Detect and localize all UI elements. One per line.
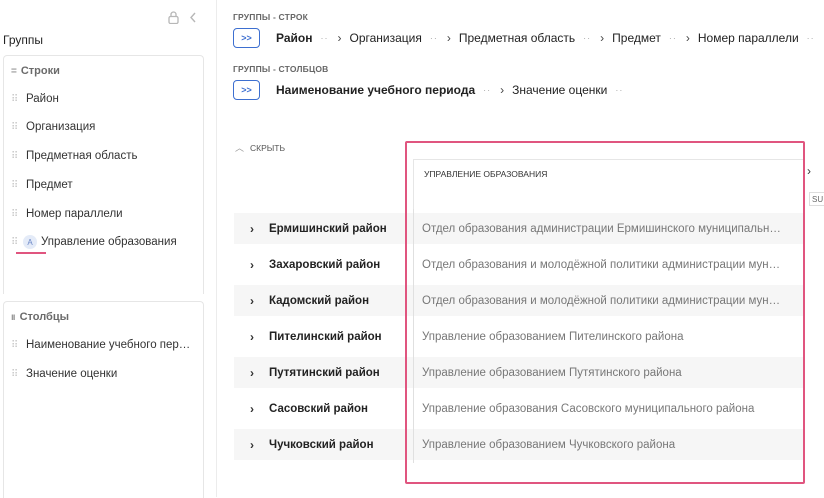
field-label: Номер параллели	[26, 208, 123, 220]
field-label: Предметная область	[26, 150, 138, 162]
lock-icon[interactable]	[168, 11, 179, 29]
grip-icon[interactable]: ⠿	[11, 94, 19, 105]
row-groups-label: ГРУППЫ - СТРОК	[233, 12, 309, 22]
chevron-right-icon: ›	[685, 31, 690, 45]
column-group-chip[interactable]: Значение оценки	[512, 83, 607, 97]
row-name: Кадомский район	[269, 294, 370, 307]
panel-divider	[216, 0, 217, 497]
grip-icon[interactable]: ··	[583, 33, 591, 43]
row-name: Чучковский район	[269, 438, 374, 451]
sort-badge: A	[23, 235, 37, 249]
chevron-right-icon: ›	[446, 31, 451, 45]
panel-title: Группы	[3, 33, 43, 47]
columns-dropzone[interactable]: ıı Столбцы ⠿ Наименование учебного пер… …	[3, 301, 204, 498]
field-item[interactable]: ⠿ Организация	[11, 121, 95, 133]
column-groups-label: ГРУППЫ - СТОЛБЦОВ	[233, 64, 329, 74]
chevron-up-icon: ︿	[235, 143, 245, 153]
grip-icon[interactable]: ⠿	[11, 122, 19, 133]
column-groups-breadcrumb: Наименование учебного периода ·· › Значен…	[276, 83, 632, 97]
row-name: Захаровский район	[269, 258, 381, 271]
chevron-right-icon[interactable]: ›	[250, 258, 264, 272]
row-group-chip[interactable]: Номер параллели	[698, 31, 799, 45]
columns-icon: ıı	[11, 311, 15, 323]
column-group-chip[interactable]: Наименование учебного периода	[276, 83, 475, 97]
grip-icon[interactable]: ··	[615, 85, 623, 95]
collapse-left-icon[interactable]	[189, 11, 197, 29]
row-name: Ермишинский район	[269, 222, 387, 235]
rows-section-header: = Строки	[11, 65, 60, 77]
rows-icon: =	[11, 65, 17, 77]
row-group-chip[interactable]: Организация	[349, 31, 421, 45]
grip-icon[interactable]: ⠿	[11, 340, 19, 351]
field-label: Управление образования	[41, 236, 177, 248]
field-label: Район	[26, 93, 59, 105]
hide-button[interactable]: ︿ СКРЫТЬ	[235, 141, 285, 154]
field-label: Организация	[26, 121, 96, 133]
grip-icon[interactable]: ⠿	[11, 180, 19, 191]
row-group-chip[interactable]: Предметная область	[459, 31, 575, 45]
chevron-right-icon[interactable]: ›	[250, 222, 264, 236]
grip-icon[interactable]: ⠿	[11, 237, 19, 248]
field-item[interactable]: ⠿ Район	[11, 93, 59, 105]
expand-row-groups-button[interactable]: >>	[233, 28, 260, 48]
field-item[interactable]: ⠿ Значение оценки	[11, 368, 117, 380]
grip-icon[interactable]: ··	[320, 33, 328, 43]
rows-section-label: Строки	[20, 65, 60, 77]
chevron-right-icon[interactable]: ›	[250, 438, 264, 452]
field-item[interactable]: ⠿ Предмет	[11, 179, 73, 191]
selection-underline	[16, 252, 46, 254]
grip-icon[interactable]: ··	[669, 33, 677, 43]
chevron-right-icon[interactable]: ›	[250, 402, 264, 416]
columns-section-header: ıı Столбцы	[11, 311, 69, 323]
field-label: Предмет	[26, 179, 73, 191]
row-name: Сасовский район	[269, 402, 368, 415]
field-label: Наименование учебного пер…	[26, 339, 191, 351]
hide-label: СКРЫТЬ	[250, 142, 286, 153]
chevron-right-icon: ›	[600, 31, 605, 45]
chevron-right-icon[interactable]: ›	[250, 294, 264, 308]
field-item[interactable]: ⠿ Наименование учебного пер…	[11, 339, 190, 351]
grip-icon[interactable]: ⠿	[11, 151, 19, 162]
row-name: Путятинский район	[269, 366, 380, 379]
expand-column-groups-button[interactable]: >>	[233, 80, 260, 100]
highlight-frame	[405, 141, 805, 484]
grip-icon[interactable]: ··	[807, 33, 815, 43]
row-groups-breadcrumb: Район ·· › Организация ·· › Предметная обл…	[276, 31, 824, 45]
row-name: Пителинский район	[269, 330, 382, 343]
grip-icon[interactable]: ⠿	[11, 369, 19, 380]
columns-section-label: Столбцы	[19, 311, 69, 323]
field-label: Значение оценки	[26, 368, 118, 380]
grip-icon[interactable]: ··	[483, 85, 491, 95]
row-group-chip[interactable]: Район	[276, 31, 312, 45]
left-panel-toolbar	[168, 11, 197, 29]
grip-icon[interactable]: ⠿	[11, 209, 19, 220]
field-item[interactable]: ⠿ Номер параллели	[11, 208, 123, 220]
column-tab-fragment[interactable]: SU	[809, 192, 824, 206]
scroll-right-icon[interactable]: ›	[807, 164, 811, 178]
chevron-right-icon[interactable]: ›	[250, 330, 264, 344]
chevron-right-icon: ›	[337, 31, 342, 45]
rows-dropzone[interactable]: = Строки ⠿ Район ⠿ Организация ⠿ Предмет…	[3, 55, 204, 294]
field-item[interactable]: ⠿ Предметная область	[11, 150, 137, 162]
row-group-chip[interactable]: Предмет	[612, 31, 661, 45]
grip-icon[interactable]: ··	[430, 33, 438, 43]
field-item-selected[interactable]: ⠿ A Управление образования	[11, 235, 177, 249]
chevron-right-icon[interactable]: ›	[250, 366, 264, 380]
chevron-right-icon: ›	[500, 83, 505, 97]
